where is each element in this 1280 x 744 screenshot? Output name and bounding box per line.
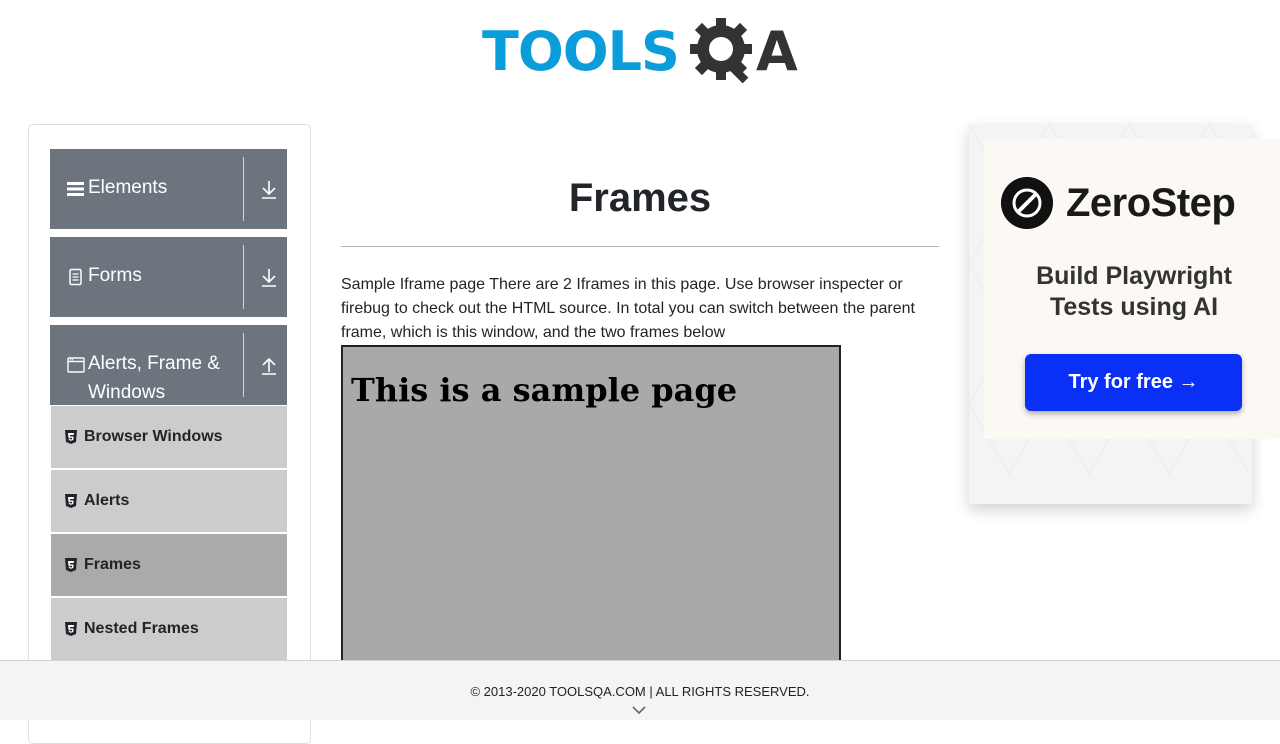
document-icon: [69, 268, 82, 286]
toolsqa-logo[interactable]: TOOLS A: [482, 16, 804, 90]
sidebar-group-label-line1: Alerts, Frame &: [88, 353, 220, 374]
download-icon[interactable]: [260, 180, 278, 200]
iframe-heading: This is a sample page: [351, 371, 738, 409]
sidebar-group-label: Forms: [88, 265, 142, 286]
hamburger-icon: [67, 182, 84, 196]
html5-icon: [65, 558, 77, 572]
site-header: TOOLS A: [0, 0, 1280, 110]
page-description: Sample Iframe page There are 2 Iframes i…: [341, 276, 915, 341]
divider: [243, 245, 244, 309]
html5-icon: [65, 622, 77, 636]
window-icon: [67, 357, 85, 373]
sidebar-item-label: Alerts: [84, 492, 130, 509]
zerostep-logo-icon: [1001, 177, 1053, 229]
sidebar-item-label: Frames: [84, 556, 141, 573]
sidebar-group-alerts-frame-windows[interactable]: Alerts, Frame & Windows: [50, 325, 287, 405]
sidebar-group-elements[interactable]: Elements: [50, 149, 287, 229]
ad-card[interactable]: ZeroStep Build Playwright Tests using AI…: [984, 139, 1280, 439]
divider: [243, 157, 244, 221]
sidebar-group-forms[interactable]: Forms: [50, 237, 287, 317]
copyright-text: © 2013-2020 TOOLSQA.COM | ALL RIGHTS RES…: [470, 684, 810, 699]
sidebar-item-label: Browser Windows: [84, 428, 223, 445]
chevron-down-icon[interactable]: [631, 705, 647, 715]
divider: [341, 246, 939, 247]
sidebar-group-label-line2: Windows: [88, 382, 166, 403]
left-sidebar: Elements Forms Alerts, Frame & Windows B…: [28, 124, 311, 744]
sidebar-item-alerts[interactable]: Alerts: [51, 470, 287, 533]
advertisement[interactable]: ZeroStep Build Playwright Tests using AI…: [969, 124, 1280, 504]
sidebar-item-nested-frames[interactable]: Nested Frames: [51, 598, 287, 661]
logo-text-suffix: A: [756, 20, 798, 83]
page-title: Frames: [568, 176, 712, 220]
html5-icon: [65, 430, 77, 444]
ad-brand: ZeroStep: [1066, 181, 1236, 225]
download-icon[interactable]: [260, 268, 278, 288]
try-for-free-button[interactable]: Try for free →: [1025, 354, 1242, 411]
sidebar-item-label: Nested Frames: [84, 620, 199, 637]
ad-subtitle: Build Playwright Tests using AI: [1036, 262, 1232, 321]
sidebar-group-label: Elements: [88, 177, 168, 198]
html5-icon: [65, 494, 77, 508]
divider: [243, 333, 244, 397]
logo-text: TOOLS: [482, 20, 680, 83]
sidebar-item-frames[interactable]: Frames: [51, 534, 287, 597]
sample-iframe[interactable]: This is a sample page: [341, 345, 841, 675]
sidebar-item-browser-windows[interactable]: Browser Windows: [51, 406, 287, 469]
upload-icon[interactable]: [260, 356, 278, 376]
site-footer: © 2013-2020 TOOLSQA.COM | ALL RIGHTS RES…: [0, 660, 1280, 720]
gear-magnifier-icon: [690, 18, 752, 84]
